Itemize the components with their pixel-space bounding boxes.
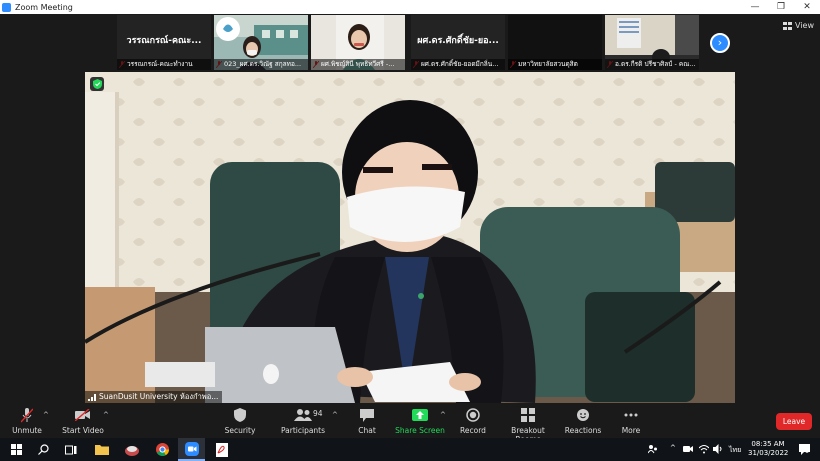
app-icon	[125, 445, 139, 456]
participants-label: Participants	[280, 426, 326, 435]
video-options-caret[interactable]: ^	[103, 411, 109, 419]
notification-count: 1	[805, 448, 809, 455]
reactions-label: Reactions	[564, 426, 602, 435]
audio-options-caret[interactable]: ^	[43, 411, 49, 419]
participant-big-name: วรรณกรณ์-คณะ...	[126, 36, 202, 46]
participant-tile[interactable]: ผศ.ดร.ศักดิ์ชัย-ยอ... ผศ.ดร.ศักดิ์ชัย-ยอ…	[411, 15, 505, 70]
participant-label: 023_ผศ.ดร.วิณัฐ สกุลทอ...	[214, 59, 308, 70]
system-clock[interactable]: 08:35 AM 31/03/2022	[748, 440, 788, 458]
participant-tile[interactable]: 023_ผศ.ดร.วิณัฐ สกุลทอ...	[214, 15, 308, 70]
gallery-strip: วรรณกรณ์-คณะ... วรรณกรณ์-คณะทำงาน 023_ผศ…	[0, 14, 820, 71]
participant-label: วรรณกรณ์-คณะทำงาน	[117, 59, 211, 70]
chevron-right-icon: ›	[717, 36, 723, 49]
unmute-label: Unmute	[12, 426, 42, 435]
chat-label: Chat	[358, 426, 376, 435]
next-page-button[interactable]: ›	[710, 33, 730, 53]
chrome-icon	[155, 443, 169, 456]
participant-label: มหาวิทยาลัยสวนดุสิต	[508, 59, 602, 70]
minimize-button[interactable]: —	[742, 0, 768, 14]
record-label: Record	[460, 426, 486, 435]
task-view-button[interactable]	[60, 438, 82, 461]
pdf-reader-button[interactable]	[210, 438, 234, 461]
clock-time: 08:35 AM	[751, 440, 785, 448]
video-off-icon	[75, 409, 90, 421]
speaker-name-label: SuanDusit University ห้องกำพอ...	[85, 391, 223, 403]
participant-label: ผศ.พิชญ์สินี พุทธิทวีศรี -...	[311, 59, 405, 70]
record-icon	[466, 408, 480, 422]
signal-bars-icon	[88, 394, 96, 401]
windows-logo-icon	[10, 444, 22, 455]
participant-label: อ.ดร.กีรติ ปรีชาศิลป์ - คณ...	[605, 59, 699, 70]
more-label: More	[621, 426, 641, 435]
search-icon	[37, 444, 49, 455]
view-label: View	[795, 21, 814, 30]
close-button[interactable]: ✕	[794, 0, 820, 14]
wifi-icon[interactable]	[699, 444, 709, 454]
zoom-window: Zoom Meeting — ❐ ✕ วรรณกรณ์-คณะ... วรรณก…	[0, 0, 820, 461]
zoom-icon	[184, 441, 199, 456]
pdf-icon	[216, 442, 228, 457]
folder-icon	[95, 445, 109, 455]
security-button[interactable]: Security	[210, 407, 270, 435]
view-button[interactable]: View	[783, 21, 814, 30]
meeting-toolbar: Unmute ^ Start Video ^ Security Particip…	[0, 403, 820, 444]
participant-label: ผศ.ดร.ศักดิ์ชัย-ยอดมีกลิ่น...	[411, 59, 505, 70]
window-title: Zoom Meeting	[15, 2, 73, 12]
speaker-name: SuanDusit University ห้องกำพอ...	[99, 392, 219, 401]
meet-now-icon[interactable]	[683, 445, 694, 453]
more-icon	[624, 413, 638, 417]
search-button[interactable]	[32, 438, 54, 461]
participants-icon	[294, 409, 312, 421]
reactions-icon	[577, 409, 589, 421]
main-video[interactable]: SuanDusit University ห้องกำพอ...	[85, 72, 735, 403]
participant-tile[interactable]: ผศ.พิชญ์สินี พุทธิทวีศรี -...	[311, 15, 405, 70]
chrome-button[interactable]	[150, 438, 174, 461]
chat-icon	[360, 408, 374, 422]
share-screen-label: Share Screen	[395, 426, 445, 435]
participants-count: 94	[313, 409, 323, 418]
speaker-video	[85, 72, 735, 403]
grid-icon	[783, 21, 792, 30]
zoom-taskbar-button[interactable]	[178, 438, 205, 461]
start-button[interactable]	[5, 438, 27, 461]
leave-button[interactable]: Leave	[776, 413, 812, 430]
more-button[interactable]: More	[601, 407, 661, 435]
participants-button[interactable]: Participants	[273, 407, 333, 435]
title-bar: Zoom Meeting — ❐ ✕	[0, 0, 820, 14]
volume-icon[interactable]	[713, 444, 723, 454]
language-indicator[interactable]: ไทย	[729, 445, 741, 456]
participant-tile[interactable]: อ.ดร.กีรติ ปรีชาศิลป์ - คณ...	[605, 15, 699, 70]
mic-muted-icon	[21, 407, 33, 422]
security-shield-icon	[90, 77, 104, 91]
record-button[interactable]: Record	[443, 407, 503, 435]
people-icon[interactable]	[648, 444, 658, 455]
window-controls: — ❐ ✕	[742, 0, 820, 14]
shield-icon	[234, 408, 246, 422]
breakout-rooms-icon	[521, 408, 535, 422]
file-explorer-button[interactable]	[90, 438, 114, 461]
chat-button[interactable]: Chat	[337, 407, 397, 435]
participant-tile[interactable]: มหาวิทยาลัยสวนดุสิต	[508, 15, 602, 70]
restore-button[interactable]: ❐	[768, 0, 794, 14]
zoom-app-icon	[2, 2, 11, 12]
windows-taskbar: ^ ไทย 08:35 AM 31/03/2022 1	[0, 438, 820, 461]
tray-chevron-up-icon[interactable]: ^	[670, 444, 676, 452]
clock-date: 31/03/2022	[748, 449, 789, 457]
security-label: Security	[224, 426, 256, 435]
participant-big-name: ผศ.ดร.ศักดิ์ชัย-ยอ...	[417, 36, 499, 46]
participant-tile[interactable]: วรรณกรณ์-คณะ... วรรณกรณ์-คณะทำงาน	[117, 15, 211, 70]
start-video-label: Start Video	[62, 426, 104, 435]
share-screen-icon	[412, 409, 428, 421]
app-button[interactable]	[120, 438, 144, 461]
notifications-button[interactable]: 1	[794, 438, 814, 461]
task-view-icon	[65, 445, 77, 454]
